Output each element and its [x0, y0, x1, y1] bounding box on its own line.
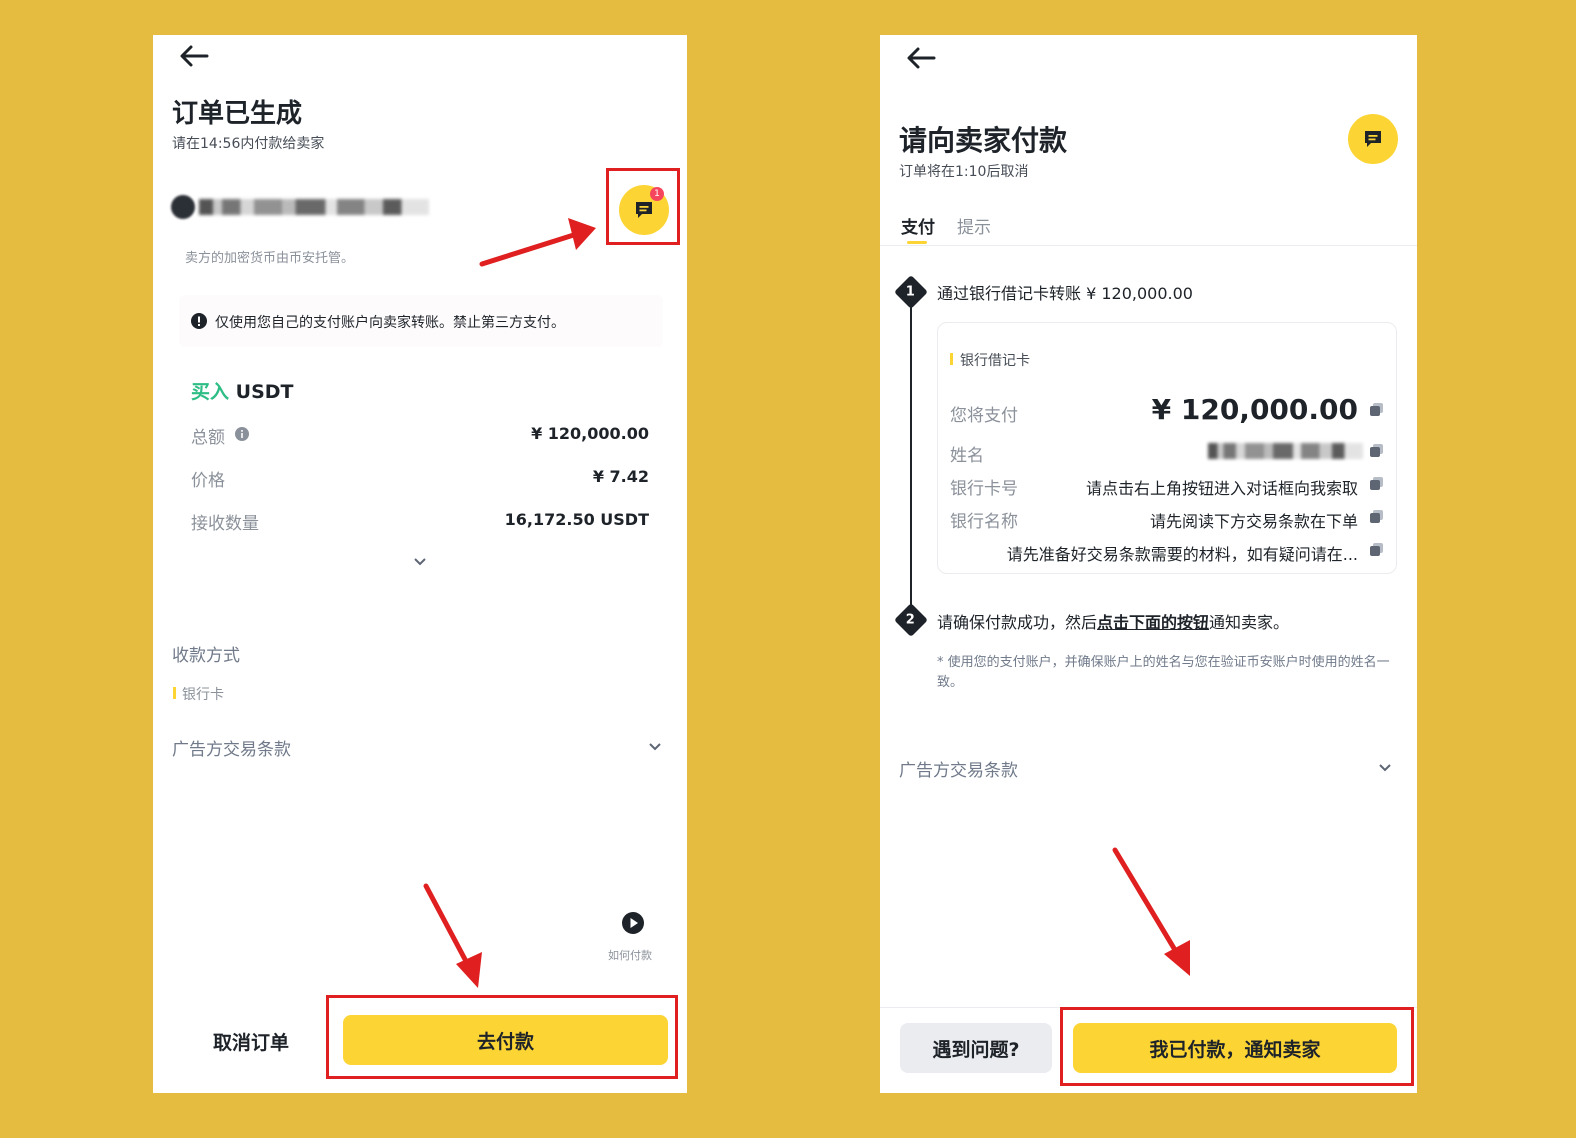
card-type-label: 银行借记卡	[960, 353, 1030, 369]
annotation-arrow-right	[1112, 847, 1190, 976]
payment-method-label: 收款方式	[172, 646, 240, 666]
bank-name-label: 银行名称	[950, 512, 1018, 532]
account-label: 银行卡号	[950, 479, 1018, 499]
payment-method-value: 银行卡	[182, 687, 224, 703]
chat-button[interactable]	[1348, 114, 1398, 164]
terms-label: 广告方交易条款	[899, 761, 1018, 781]
seller-avatar	[171, 195, 195, 219]
play-video-icon[interactable]	[621, 911, 645, 935]
pay-amount-value: ¥ 120,000.00	[1151, 393, 1358, 426]
account-name-note: * 使用您的支付账户，并确保账户上的姓名与您在验证币安账户时使用的姓名一致。	[937, 655, 1390, 690]
seller-name-blurred	[199, 199, 429, 215]
step-2-marker: 2	[894, 603, 928, 637]
card-type-bar	[950, 353, 953, 365]
copy-extra-icon[interactable]	[1370, 543, 1384, 557]
tab-pay-underline	[907, 241, 927, 244]
copy-name-icon[interactable]	[1370, 444, 1384, 458]
back-arrow-icon[interactable]	[177, 43, 211, 69]
step-1-text: 通过银行借记卡转账 ¥ 120,000.00	[937, 284, 1193, 303]
asset-label: USDT	[235, 381, 294, 403]
payment-deadline: 请在14:56内付款给卖家	[172, 136, 325, 152]
row-price-label: 价格	[191, 471, 225, 491]
step-2-link[interactable]: 点击下面的按钮	[1097, 613, 1209, 632]
step-1-marker: 1	[894, 275, 928, 309]
trade-heading: 买入 USDT	[191, 377, 294, 404]
extra-info-value: 请先准备好交易条款需要的材料，如有疑问请在...	[1006, 545, 1358, 564]
step-2-prefix: 请确保付款成功，然后	[937, 613, 1098, 632]
buy-label: 买入	[191, 381, 230, 403]
row-total-label: 总额	[191, 428, 225, 448]
cancel-countdown: 订单将在1:10后取消	[899, 164, 1029, 180]
row-quantity-label: 接收数量	[191, 514, 259, 534]
annotation-box-paid	[1060, 1007, 1414, 1086]
step-2-text: 请确保付款成功，然后点击下面的按钮通知卖家。	[937, 609, 1289, 633]
pay-amount-label: 您将支付	[950, 406, 1018, 426]
page-title: 请向卖家付款	[899, 124, 1068, 157]
chevron-down-icon	[1379, 764, 1391, 772]
annotation-arrows-left	[423, 218, 596, 988]
page-title: 订单已生成	[172, 99, 303, 129]
alert-icon	[191, 313, 207, 329]
bank-name-value: 请先阅读下方交易条款在下单	[1149, 512, 1358, 531]
annotation-box-pay	[326, 995, 678, 1079]
cancel-order-button[interactable]: 取消订单	[213, 1028, 289, 1055]
back-arrow-icon[interactable]	[904, 45, 938, 71]
chat-icon	[1365, 131, 1381, 147]
step-2-suffix: 通知卖家。	[1209, 613, 1290, 632]
escrow-note: 卖方的加密货币由币安托管。	[185, 251, 355, 266]
account-value: 请点击右上角按钮进入对话框向我索取	[1085, 479, 1358, 498]
timeline-line	[910, 303, 912, 615]
tab-pay[interactable]: 支付	[901, 213, 935, 238]
copy-account-icon[interactable]	[1370, 477, 1384, 491]
bank-details-card: 银行借记卡 您将支付 ¥ 120,000.00 姓名 银行卡号 请点击右上角按钮…	[937, 322, 1397, 574]
copy-amount-icon[interactable]	[1370, 403, 1384, 417]
payment-method-bar	[173, 687, 176, 699]
chevron-down-icon	[649, 743, 661, 751]
info-icon[interactable]	[235, 427, 249, 441]
problem-button[interactable]: 遇到问题?	[900, 1023, 1052, 1073]
name-label: 姓名	[950, 446, 984, 466]
copy-bank-icon[interactable]	[1370, 510, 1384, 524]
tab-tips[interactable]: 提示	[957, 213, 991, 238]
name-value-blurred	[1208, 443, 1363, 459]
tabs-divider	[880, 245, 1417, 246]
terms-row[interactable]: 广告方交易条款	[899, 756, 1392, 784]
terms-label: 广告方交易条款	[172, 740, 291, 760]
